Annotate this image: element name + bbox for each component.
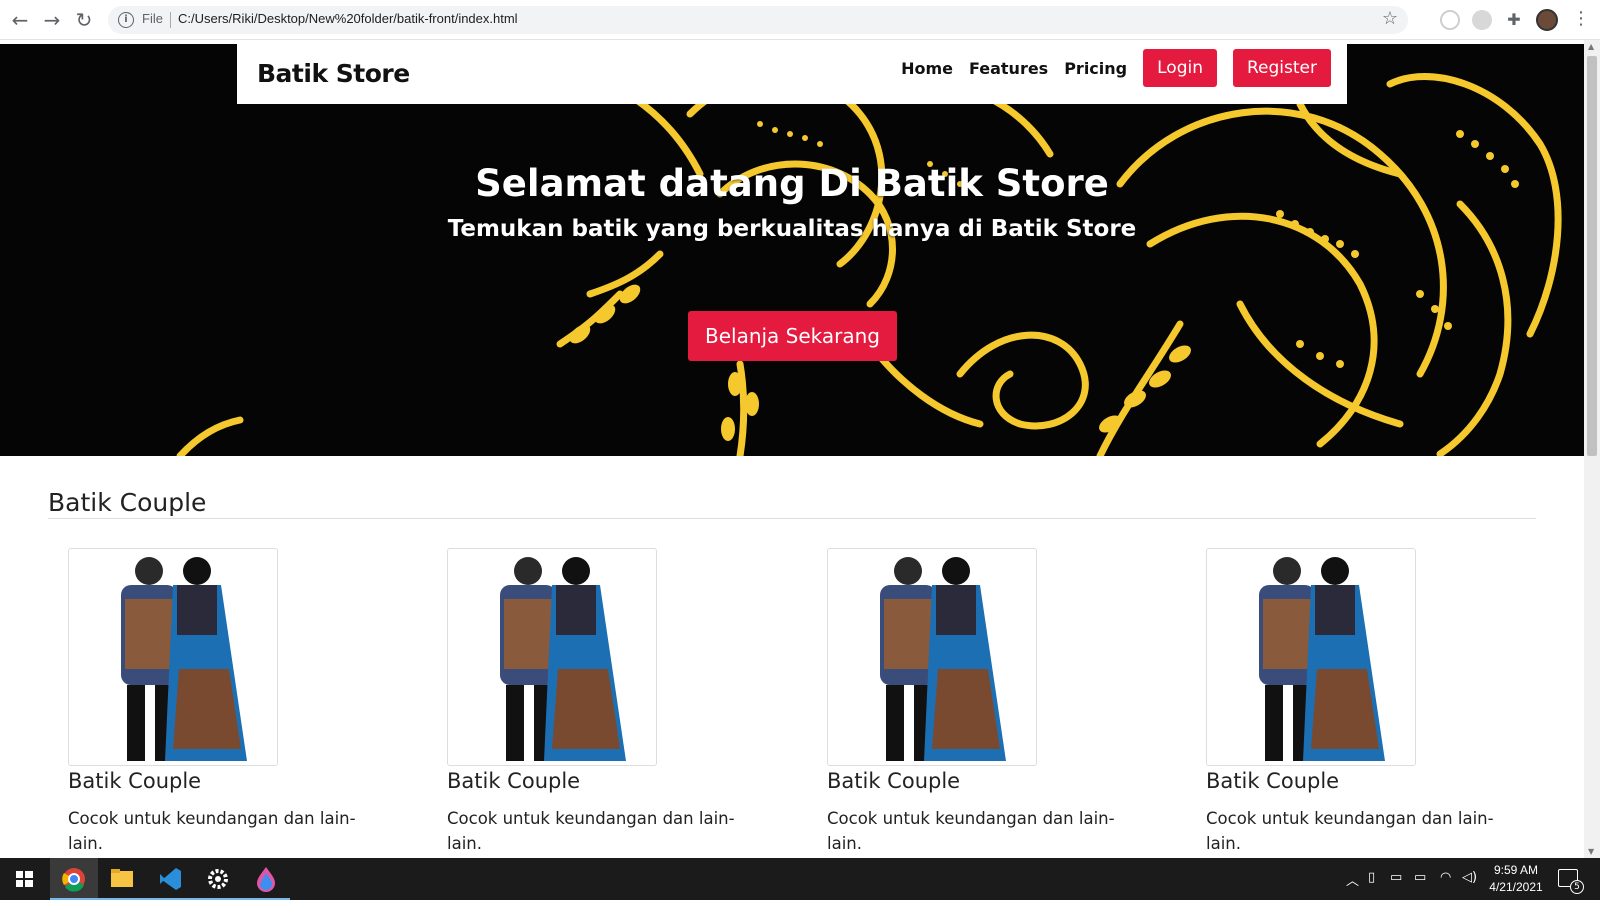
vscode-icon[interactable] <box>146 858 194 900</box>
product-title[interactable]: Batik Couple <box>827 766 1207 796</box>
batik-pattern-background <box>176 73 1562 456</box>
batik-couple-photo <box>121 557 247 761</box>
app-drop-icon[interactable] <box>242 858 290 900</box>
register-button[interactable]: Register <box>1233 49 1331 87</box>
url-scheme-label: File <box>142 11 163 26</box>
nav-links: Home Features Pricing Login Register <box>901 49 1331 87</box>
product-description: Cocok untuk keundangan dan lain-lain. <box>827 809 1115 853</box>
section-title: Batik Couple <box>48 488 207 517</box>
forward-icon[interactable]: → <box>40 8 64 32</box>
product-description: Cocok untuk keundangan dan lain-lain. <box>1206 809 1494 853</box>
tray-display-icon[interactable]: ▭ <box>1390 870 1402 885</box>
product-card[interactable]: Batik Couple Cocok untuk keundangan dan … <box>827 548 1207 856</box>
scroll-thumb[interactable] <box>1587 56 1597 456</box>
info-icon[interactable]: i <box>118 12 134 28</box>
batik-couple-photo <box>500 557 626 761</box>
url-text[interactable]: C:/Users/Riki/Desktop/New%20folder/batik… <box>178 11 518 26</box>
section-divider <box>48 518 1536 519</box>
nav-link-home[interactable]: Home <box>901 59 953 78</box>
wifi-icon[interactable]: ◠ <box>1440 870 1451 885</box>
product-image[interactable] <box>1206 548 1416 766</box>
product-card[interactable]: Batik Couple Cocok untuk keundangan dan … <box>68 548 448 856</box>
site-brand[interactable]: Batik Store <box>257 59 410 88</box>
page-viewport: Selamat datang Di Batik Store Temukan ba… <box>0 40 1584 858</box>
nav-link-features[interactable]: Features <box>969 59 1048 78</box>
puzzle-icon[interactable]: ✚ <box>1504 10 1524 30</box>
product-image[interactable] <box>68 548 278 766</box>
menu-icon[interactable]: ⋮ <box>1572 8 1590 29</box>
hero-subtitle: Temukan batik yang berkualitas hanya di … <box>447 216 1137 242</box>
product-card[interactable]: Batik Couple Cocok untuk keundangan dan … <box>447 548 827 856</box>
extension-icon[interactable] <box>1440 10 1460 30</box>
site-navbar: Batik Store Home Features Pricing Login … <box>237 44 1347 104</box>
clock-date: 4/21/2021 <box>1489 880 1543 894</box>
product-description: Cocok untuk keundangan dan lain-lain. <box>68 809 356 853</box>
batik-couple-photo <box>880 557 1006 761</box>
tray-chevron-icon[interactable]: ︿ <box>1346 870 1359 889</box>
scroll-down-icon[interactable]: ▼ <box>1588 847 1594 856</box>
profile-avatar[interactable] <box>1536 9 1558 31</box>
file-explorer-icon[interactable] <box>98 858 146 900</box>
address-bar[interactable]: i File C:/Users/Riki/Desktop/New%20folde… <box>108 6 1408 34</box>
clock-time: 9:59 AM <box>1493 863 1539 877</box>
product-image[interactable] <box>827 548 1037 766</box>
chrome-icon[interactable] <box>50 858 98 900</box>
back-icon[interactable]: ← <box>8 8 32 32</box>
product-title[interactable]: Batik Couple <box>447 766 827 796</box>
page-scrollbar[interactable]: ▲ ▼ <box>1584 40 1600 858</box>
volume-icon[interactable]: ◁) <box>1462 870 1477 885</box>
browser-toolbar: ← → ↻ i File C:/Users/Riki/Desktop/New%2… <box>0 0 1600 40</box>
hero-banner: Selamat datang Di Batik Store Temukan ba… <box>0 44 1584 456</box>
taskbar-clock[interactable]: 9:59 AM 4/21/2021 <box>1486 862 1546 896</box>
settings-gear-icon[interactable] <box>194 858 242 900</box>
scroll-up-icon[interactable]: ▲ <box>1588 42 1594 51</box>
extension-icon[interactable] <box>1472 10 1492 30</box>
windows-taskbar: ︿ ▯ ▭ ▭ ◠ ◁) 9:59 AM 4/21/2021 5 <box>0 858 1600 900</box>
product-title[interactable]: Batik Couple <box>68 766 448 796</box>
star-icon[interactable]: ☆ <box>1382 8 1398 29</box>
product-image[interactable] <box>447 548 657 766</box>
notification-count-badge: 5 <box>1570 880 1584 894</box>
product-description: Cocok untuk keundangan dan lain-lain. <box>447 809 735 853</box>
start-icon[interactable] <box>0 858 48 900</box>
nav-link-pricing[interactable]: Pricing <box>1064 59 1127 78</box>
battery-icon[interactable]: ▭ <box>1414 870 1426 885</box>
product-card[interactable]: Batik Couple Cocok untuk keundangan dan … <box>1206 548 1584 856</box>
hero-title: Selamat datang Di Batik Store <box>475 162 1109 205</box>
login-button[interactable]: Login <box>1143 49 1217 87</box>
shop-now-button[interactable]: Belanja Sekarang <box>688 311 897 361</box>
batik-couple-photo <box>1259 557 1385 761</box>
product-title[interactable]: Batik Couple <box>1206 766 1584 796</box>
url-separator <box>170 12 171 28</box>
reload-icon[interactable]: ↻ <box>72 8 96 32</box>
tray-device-icon[interactable]: ▯ <box>1368 870 1375 885</box>
